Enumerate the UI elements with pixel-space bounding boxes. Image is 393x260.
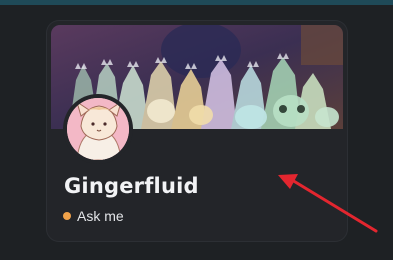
profile-card[interactable]: Gingerfluid Ask me: [47, 21, 347, 241]
username: Gingerfluid: [64, 174, 199, 198]
avatar-frame: [63, 94, 133, 164]
avatar[interactable]: [67, 98, 129, 160]
top-accent-strip: [0, 0, 393, 5]
status-dot-icon: [63, 212, 71, 220]
status-indicator: Ask me: [63, 208, 124, 224]
status-text: Ask me: [77, 208, 124, 224]
